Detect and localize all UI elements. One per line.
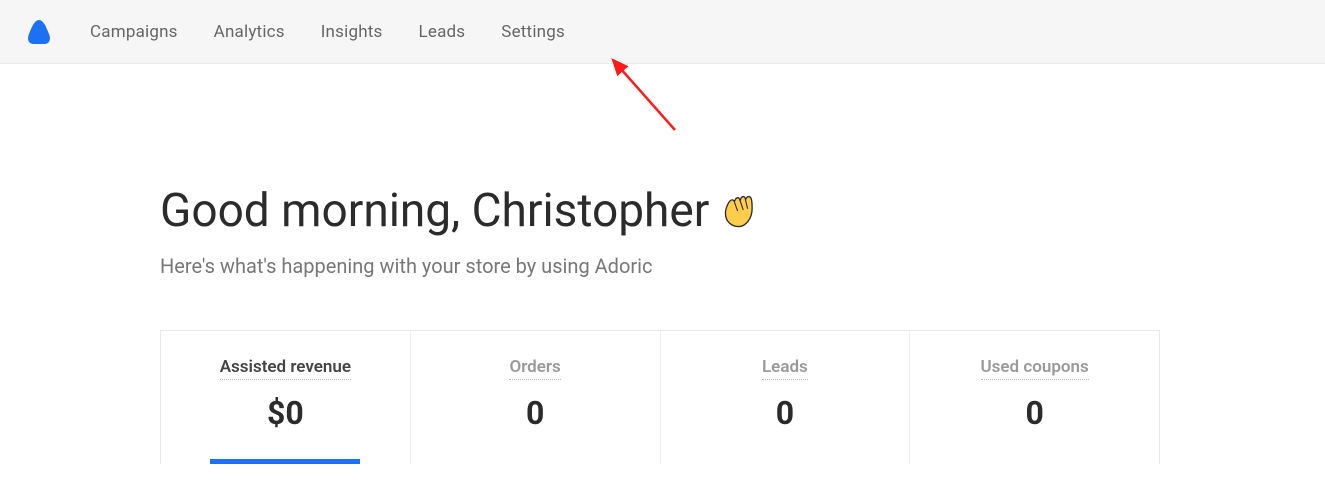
stat-value: 0	[920, 394, 1149, 432]
nav-settings[interactable]: Settings	[501, 22, 565, 42]
subtitle-text: Here's what's happening with your store …	[160, 254, 1165, 278]
stat-label: Assisted revenue	[220, 357, 351, 380]
stats-row: Assisted revenue $0 Orders 0 Leads 0 Use…	[160, 330, 1160, 464]
nav-campaigns[interactable]: Campaigns	[90, 22, 178, 42]
nav-insights[interactable]: Insights	[321, 22, 383, 42]
topbar: Campaigns Analytics Insights Leads Setti…	[0, 0, 1325, 64]
wave-icon	[721, 191, 761, 231]
stat-label: Used coupons	[981, 357, 1089, 380]
stat-card-orders[interactable]: Orders 0	[411, 331, 661, 464]
logo-icon	[24, 17, 54, 47]
greeting-heading: Good morning, Christopher	[160, 184, 1165, 238]
stat-label: Leads	[762, 357, 808, 380]
main-nav: Campaigns Analytics Insights Leads Setti…	[90, 22, 565, 42]
nav-analytics[interactable]: Analytics	[214, 22, 285, 42]
nav-leads[interactable]: Leads	[419, 22, 466, 42]
greeting-text: Good morning, Christopher	[160, 184, 709, 238]
stat-value: $0	[171, 394, 400, 432]
stat-card-assisted-revenue[interactable]: Assisted revenue $0	[161, 331, 411, 464]
stat-card-leads[interactable]: Leads 0	[661, 331, 911, 464]
stat-label: Orders	[509, 357, 560, 380]
stat-card-used-coupons[interactable]: Used coupons 0	[910, 331, 1159, 464]
stat-value: 0	[671, 394, 900, 432]
stat-value: 0	[421, 394, 650, 432]
main-content: Good morning, Christopher Here's what's …	[0, 64, 1325, 464]
app-logo[interactable]	[24, 17, 54, 47]
